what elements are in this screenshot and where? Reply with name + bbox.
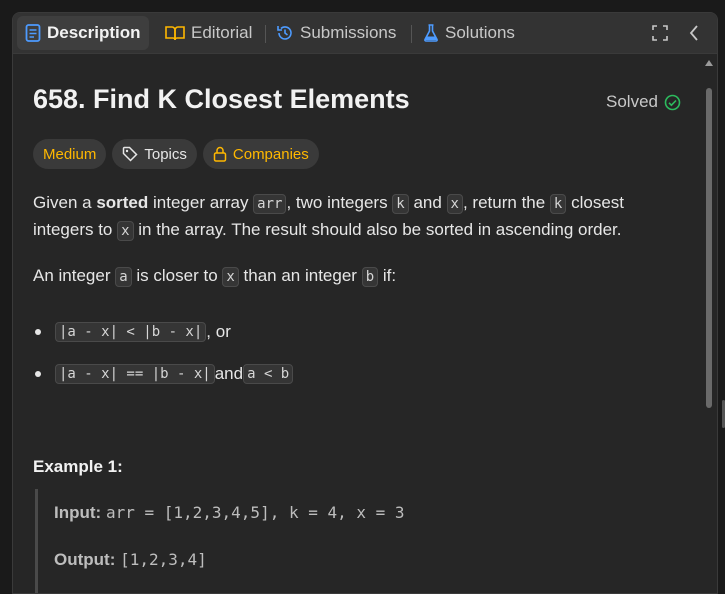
inline-code: k	[392, 194, 409, 214]
topics-label: Topics	[144, 145, 187, 163]
example-output: Output: [1,2,3,4]	[54, 550, 207, 570]
history-icon	[277, 26, 292, 40]
tab-editorial-label: Editorial	[191, 23, 253, 42]
description-content: 658. Find K Closest Elements Solved Medi…	[13, 54, 703, 593]
list-item: |a - x| == |b - x| and a < b	[33, 364, 294, 384]
difficulty-badge: Medium	[33, 139, 107, 169]
check-circle-icon	[664, 94, 681, 110]
inline-code: a < b	[243, 364, 294, 384]
document-icon	[25, 24, 41, 42]
input-label: Input:	[54, 503, 102, 522]
example-input: Input: arr = [1,2,3,4,5], k = 4, x = 3	[54, 503, 405, 523]
flask-icon	[424, 24, 438, 42]
chevron-left-icon[interactable]	[683, 22, 705, 44]
inline-code: k	[549, 194, 567, 214]
tab-solutions-label: Solutions	[445, 23, 515, 42]
inline-code: b	[361, 267, 379, 287]
tab-bar: Description Editorial Submissions Soluti…	[13, 13, 717, 54]
expand-icon[interactable]	[649, 22, 671, 44]
tab-solutions[interactable]: Solutions	[415, 16, 523, 50]
inline-code: a	[115, 267, 132, 287]
inline-code: x	[222, 267, 239, 287]
scrollbar-thumb[interactable]	[706, 88, 712, 408]
tag-icon	[123, 146, 138, 162]
description-paragraph: An integer a is closer to x than an inte…	[33, 266, 397, 287]
inline-code: |a - x| < |b - x|	[55, 322, 207, 342]
description-paragraph: Given a sorted integer array arr, two in…	[33, 193, 624, 241]
status-badge: Solved	[606, 92, 681, 112]
tag-row: Medium Topics Companies	[33, 139, 319, 169]
tab-description-label: Description	[47, 23, 141, 42]
bullet-dot	[35, 371, 41, 377]
tab-description[interactable]: Description	[17, 16, 149, 50]
lock-icon	[213, 146, 227, 162]
companies-button[interactable]: Companies	[202, 139, 319, 169]
book-icon	[165, 26, 185, 41]
output-label: Output:	[54, 550, 116, 569]
tab-editorial[interactable]: Editorial	[157, 16, 260, 50]
inline-code: x	[446, 194, 463, 214]
companies-label: Companies	[232, 145, 309, 163]
inline-code: x	[117, 221, 134, 241]
bullet-dot	[35, 329, 41, 335]
example-rule	[35, 489, 38, 593]
tab-submissions-label: Submissions	[300, 23, 397, 42]
bold-text: sorted	[96, 193, 149, 212]
inline-code: arr	[253, 194, 287, 214]
difficulty-label: Medium	[43, 145, 97, 163]
problem-panel: Description Editorial Submissions Soluti…	[12, 12, 718, 594]
page-title: 658. Find K Closest Elements	[33, 84, 410, 114]
topics-button[interactable]: Topics	[112, 139, 197, 169]
list-item: |a - x| < |b - x|, or	[33, 322, 231, 342]
status-label: Solved	[606, 92, 658, 111]
output-value: [1,2,3,4]	[120, 550, 207, 569]
scroll-up-arrow[interactable]	[705, 60, 713, 66]
inline-code: |a - x| == |b - x|	[55, 364, 215, 384]
example-heading: Example 1:	[33, 457, 123, 476]
tab-submissions[interactable]: Submissions	[268, 16, 404, 50]
tab-divider	[411, 25, 412, 43]
tab-divider	[265, 25, 266, 43]
input-value: arr = [1,2,3,4,5], k = 4, x = 3	[105, 503, 405, 522]
